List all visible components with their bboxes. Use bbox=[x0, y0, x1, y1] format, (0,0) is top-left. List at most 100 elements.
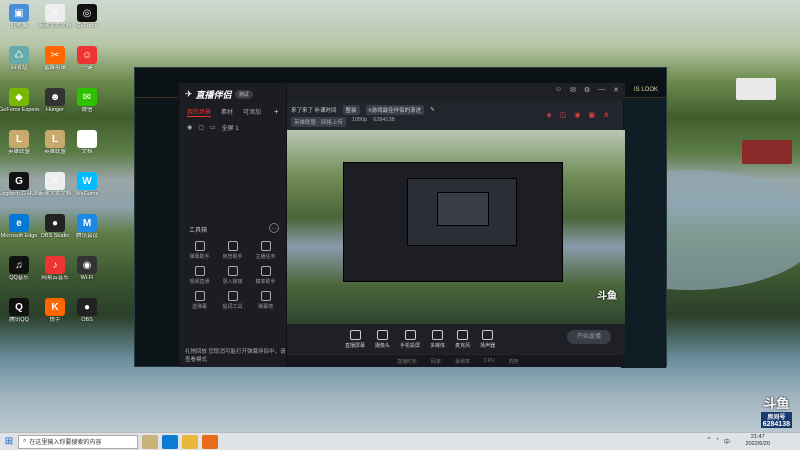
source-button[interactable]: 直播屏幕 bbox=[345, 329, 366, 349]
minimize-icon[interactable]: — bbox=[598, 86, 605, 94]
desktop-icon[interactable]: L 英雄联盟 bbox=[2, 130, 36, 155]
source-button[interactable]: 扬声器 bbox=[480, 329, 495, 349]
desktop-icon[interactable]: M 腾讯会议 bbox=[70, 214, 104, 239]
stream-preview[interactable]: 斗鱼 bbox=[287, 130, 625, 324]
explorer-taskbar-icon[interactable] bbox=[182, 434, 198, 449]
desktop-icon[interactable]: W WeGame bbox=[70, 172, 104, 197]
source-button[interactable]: 手机投屏 bbox=[400, 329, 421, 349]
fullscreen-icon[interactable]: ▣ bbox=[589, 111, 596, 119]
ime-indicator[interactable]: 中 bbox=[724, 437, 730, 446]
taskbar: ⊞ ⌕ 在这里输入你要搜索的内容 ^ ◔ 中 21:47 2022/6/20 bbox=[0, 432, 800, 450]
clock-time: 21:47 bbox=[750, 434, 765, 440]
tab-materials[interactable]: 素材 bbox=[221, 107, 233, 117]
streaming-app-window[interactable]: ✈ 直播伴侣 测试 我的场景 素材 可添加 + ◉ ▢ ▭ 全屏 1 工具箱 …… bbox=[178, 82, 625, 367]
desktop-icon[interactable]: ▣ 此电脑 bbox=[2, 4, 36, 29]
desktop-app-icon: ≡ bbox=[45, 4, 65, 22]
add-scene-button[interactable]: + bbox=[274, 107, 279, 116]
desktop-icon[interactable]: ☺ 一键 bbox=[70, 46, 104, 71]
window-controls: ☺ ✉ ⚙ — ✕ bbox=[555, 86, 619, 94]
live-tag[interactable]: #游戏最佳伴侣的渐进 bbox=[365, 105, 425, 115]
tool-item[interactable]: 录入链接 bbox=[216, 266, 249, 285]
task-view-icon[interactable] bbox=[142, 434, 158, 449]
record-icon[interactable]: ◉ bbox=[574, 111, 580, 119]
tab-addable[interactable]: 可添加 bbox=[243, 107, 261, 117]
tool-item[interactable]: 主播任务 bbox=[249, 241, 282, 260]
source-button[interactable]: 多媒体 bbox=[430, 329, 445, 349]
desktop-icon[interactable]: ● OBS bbox=[70, 298, 104, 323]
app-logo: ✈ 直播伴侣 测试 bbox=[185, 88, 253, 101]
tool-item[interactable]: 送弹幕 bbox=[183, 291, 216, 310]
desktop-icon-label: Logitech G HUB bbox=[0, 191, 39, 197]
desktop-app-icon: G bbox=[9, 172, 29, 190]
taskbar-search[interactable]: ⌕ 在这里输入你要搜索的内容 bbox=[18, 434, 138, 449]
nested-preview-window-3 bbox=[437, 192, 489, 226]
search-icon: ⌕ bbox=[23, 438, 27, 444]
clock[interactable]: 21:47 2022/6/20 bbox=[746, 434, 770, 448]
desktop-icon[interactable]: ◆GeForce Experience bbox=[0, 88, 39, 113]
tool-item[interactable]: 模率助手 bbox=[249, 266, 282, 285]
app-taskbar-icon[interactable] bbox=[202, 434, 218, 449]
desktop-icon[interactable]: e Microsoft Edge bbox=[0, 214, 38, 239]
tool-icon bbox=[260, 291, 271, 301]
source-label: 摄像头 bbox=[375, 342, 391, 349]
lock-icon[interactable]: ▢ bbox=[198, 124, 204, 131]
toolbox-header: 工具箱 bbox=[189, 228, 208, 234]
tool-item[interactable]: 视频直通 bbox=[183, 266, 216, 285]
logo-text: 直播伴侣 bbox=[195, 90, 232, 100]
desktop-app-icon: ♫ bbox=[9, 256, 29, 274]
desktop-icon[interactable]: G Logitech G HUB bbox=[0, 172, 39, 197]
close-icon[interactable]: ✕ bbox=[613, 86, 619, 94]
desktop-app-icon: ≡ bbox=[45, 172, 65, 190]
desktop-icon-label: Microsoft Edge bbox=[0, 233, 38, 239]
avatar-icon[interactable]: ☺ bbox=[555, 86, 562, 94]
source-icon bbox=[377, 329, 389, 340]
search-placeholder: 在这里输入你要搜索的内容 bbox=[29, 440, 102, 446]
desktop-icon[interactable]: ✉ 微信 bbox=[70, 88, 104, 113]
desktop-icon[interactable]: ▭ 文档 bbox=[70, 130, 104, 155]
status-item: 直播时长 bbox=[397, 358, 418, 365]
gift-icon[interactable]: ◈ bbox=[546, 111, 551, 119]
tool-item[interactable]: 弹幕助手 bbox=[183, 241, 216, 260]
tool-item[interactable]: 弹幕墙 bbox=[249, 291, 282, 310]
message-icon[interactable]: ◫ bbox=[560, 111, 567, 119]
live-title[interactable]: 来了来了 补课时间 bbox=[291, 106, 337, 114]
source-button[interactable]: 麦克风 bbox=[455, 329, 470, 349]
desktop-app-icon: K bbox=[45, 298, 65, 316]
tool-item[interactable]: 提词工具 bbox=[216, 291, 249, 310]
source-label: 手机投屏 bbox=[400, 342, 421, 349]
live-category[interactable]: 英雄联盟 · 网格上传 bbox=[291, 117, 346, 127]
desktop-icon-label: 此电脑 bbox=[10, 23, 28, 29]
tab-my-scenes[interactable]: 我的场景 bbox=[187, 107, 212, 117]
live-chip[interactable]: 整装 bbox=[342, 105, 360, 115]
share-icon[interactable]: ⋔ bbox=[603, 111, 609, 119]
message-icon[interactable]: ✉ bbox=[570, 86, 576, 94]
desktop-app-icon: ✉ bbox=[77, 88, 97, 106]
edit-icon[interactable]: ✎ bbox=[430, 107, 435, 113]
desktop-icon[interactable]: ♺ 回收站 bbox=[2, 46, 36, 71]
source-button[interactable]: 摄像头 bbox=[375, 329, 391, 349]
desktop-icon[interactable]: ◉ Wi-Fi bbox=[70, 256, 104, 281]
settings-icon[interactable]: ⚙ bbox=[584, 86, 590, 94]
volume-icon[interactable]: ◔ bbox=[715, 437, 719, 446]
eye-icon[interactable]: ◉ bbox=[187, 124, 192, 131]
status-item: 丢帧率 bbox=[455, 358, 471, 365]
scene-item[interactable]: ◉ ▢ ▭ 全屏 1 bbox=[187, 123, 239, 132]
desktop-icon[interactable]: ◎ GeForce bbox=[70, 4, 104, 29]
source-label: 直播屏幕 bbox=[345, 342, 366, 349]
tool-label: 弹幕墙 bbox=[257, 304, 273, 310]
tool-label: 送弹幕 bbox=[191, 304, 207, 310]
edge-taskbar-icon[interactable] bbox=[162, 434, 178, 449]
scene-tabs: 我的场景 素材 可添加 bbox=[187, 107, 261, 117]
toolbox-more-button[interactable]: … bbox=[269, 223, 279, 233]
start-live-button[interactable]: 开始直播 bbox=[567, 330, 611, 344]
header-action-buttons: ◈ ◫ ◉ ▣ ⋔ bbox=[546, 111, 609, 119]
tool-item[interactable]: 房管助手 bbox=[216, 241, 249, 260]
desktop-app-icon: ▣ bbox=[9, 4, 29, 22]
desktop-icon-label: 腾讯会议 bbox=[75, 233, 98, 239]
source-icon bbox=[482, 329, 494, 340]
desktop-icon[interactable]: Q 腾讯QQ bbox=[2, 298, 36, 323]
tray-expand-icon[interactable]: ^ bbox=[708, 437, 711, 446]
windows-start-icon[interactable]: ⊞ bbox=[0, 433, 18, 450]
desktop-icon[interactable]: ♫ QQ音乐 bbox=[2, 256, 36, 281]
desktop-app-icon: ◎ bbox=[77, 4, 97, 22]
